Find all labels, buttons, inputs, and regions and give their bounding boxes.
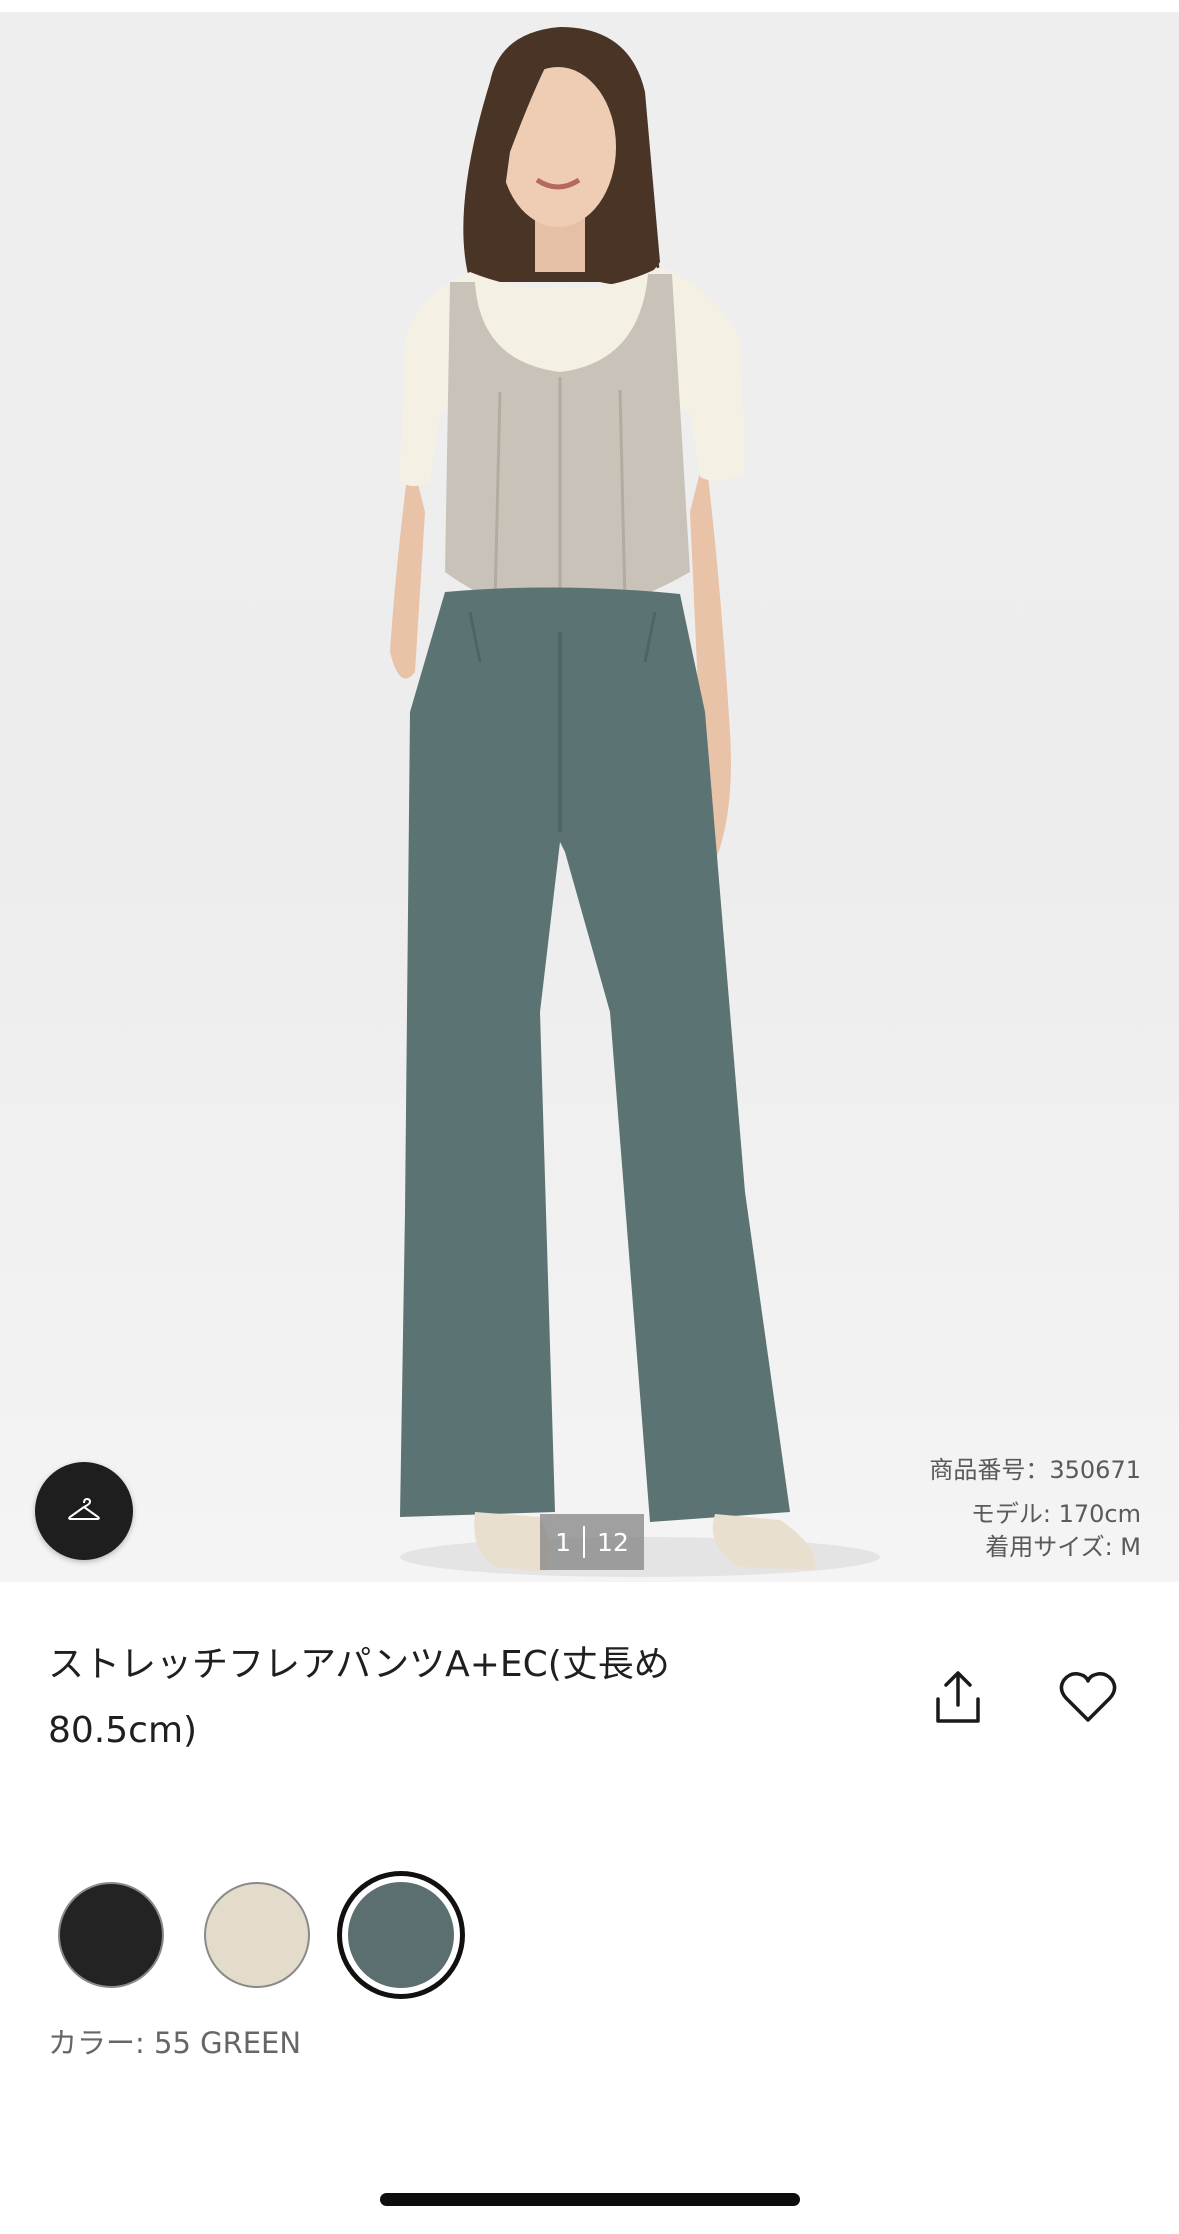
share-button[interactable]	[926, 1665, 990, 1729]
image-counter-current: 1	[555, 1527, 572, 1557]
image-counter: 1 12	[540, 1514, 644, 1570]
coordinate-button[interactable]	[35, 1462, 133, 1560]
color-swatch-black[interactable]	[58, 1882, 164, 1988]
hanger-icon	[68, 1498, 100, 1520]
home-indicator[interactable]	[380, 2193, 800, 2206]
color-swatch-beige[interactable]	[204, 1882, 310, 1988]
model-height: モデル: 170cm	[970, 1500, 1141, 1528]
favorite-button[interactable]	[1056, 1665, 1120, 1729]
product-number: 商品番号：350671	[929, 1456, 1141, 1484]
product-title: ストレッチフレアパンツA+EC(丈長め 80.5cm)	[48, 1632, 778, 1764]
model-info: 商品番号：350671 モデル: 170cm 着用サイズ: M	[929, 1454, 1141, 1564]
product-title-line1: ストレッチフレアパンツA+EC(丈長め	[48, 1644, 670, 1685]
worn-size: 着用サイズ: M	[985, 1533, 1141, 1561]
product-photo	[390, 27, 880, 1577]
product-image-carousel[interactable]: 1 12 商品番号：350671 モデル: 170cm 着用サイズ: M	[0, 12, 1179, 1582]
color-swatch-green[interactable]	[348, 1882, 454, 1988]
product-title-line2: 80.5cm)	[48, 1710, 198, 1751]
heart-icon	[1059, 1672, 1117, 1722]
image-counter-total: 12	[597, 1527, 629, 1557]
image-counter-divider	[583, 1526, 586, 1558]
selected-color-label: カラー: 55 GREEN	[48, 2026, 302, 2060]
share-icon	[936, 1671, 980, 1723]
